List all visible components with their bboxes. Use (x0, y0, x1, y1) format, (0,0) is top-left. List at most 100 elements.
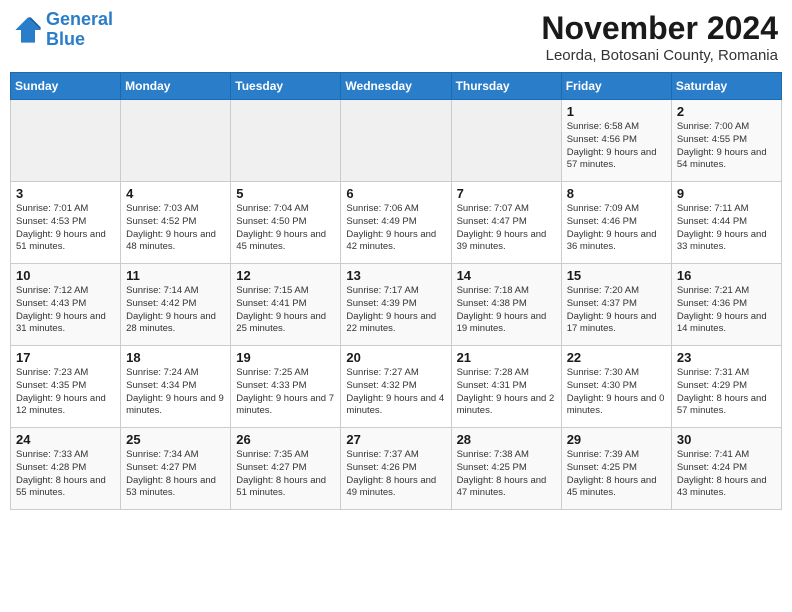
day-number: 13 (346, 268, 445, 283)
weekday-header: Monday (121, 73, 231, 100)
day-number: 29 (567, 432, 666, 447)
calendar-cell: 7 Sunrise: 7:07 AM Sunset: 4:47 PM Daylig… (451, 182, 561, 264)
calendar-cell: 8 Sunrise: 7:09 AM Sunset: 4:46 PM Daylig… (561, 182, 671, 264)
day-number: 15 (567, 268, 666, 283)
calendar-cell: 19Sunrise: 7:25 AM Sunset: 4:33 PM Dayli… (231, 346, 341, 428)
logo-line2: Blue (46, 29, 85, 49)
month-title: November 2024 (541, 10, 778, 47)
day-info: Sunrise: 7:34 AM Sunset: 4:27 PM Dayligh… (126, 449, 225, 500)
day-number: 19 (236, 350, 335, 365)
calendar-table: SundayMondayTuesdayWednesdayThursdayFrid… (10, 72, 782, 510)
day-number: 28 (457, 432, 556, 447)
day-info: Sunrise: 7:14 AM Sunset: 4:42 PM Dayligh… (126, 285, 225, 336)
calendar-cell: 9Sunrise: 7:11 AM Sunset: 4:44 PM Daylig… (671, 182, 781, 264)
day-info: Sunrise: 7:38 AM Sunset: 4:25 PM Dayligh… (457, 449, 556, 500)
day-info: Sunrise: 7:39 AM Sunset: 4:25 PM Dayligh… (567, 449, 666, 500)
day-info: Sunrise: 7:15 AM Sunset: 4:41 PM Dayligh… (236, 285, 335, 336)
day-info: Sunrise: 7:17 AM Sunset: 4:39 PM Dayligh… (346, 285, 445, 336)
day-info: Sunrise: 7:28 AM Sunset: 4:31 PM Dayligh… (457, 367, 556, 418)
calendar-cell (451, 100, 561, 182)
day-info: Sunrise: 7:18 AM Sunset: 4:38 PM Dayligh… (457, 285, 556, 336)
calendar-cell: 26 Sunrise: 7:35 AM Sunset: 4:27 PM Dayli… (231, 428, 341, 510)
logo-text: General Blue (46, 10, 113, 50)
calendar-week-row: 3Sunrise: 7:01 AM Sunset: 4:53 PM Daylig… (11, 182, 782, 264)
location: Leorda, Botosani County, Romania (541, 47, 778, 64)
day-info: Sunrise: 7:07 AM Sunset: 4:47 PM Dayligh… (457, 203, 556, 254)
day-info: Sunrise: 7:27 AM Sunset: 4:32 PM Dayligh… (346, 367, 445, 418)
day-number: 27 (346, 432, 445, 447)
calendar-cell: 22 Sunrise: 7:30 AM Sunset: 4:30 PM Dayli… (561, 346, 671, 428)
logo: General Blue (14, 10, 113, 50)
calendar-cell: 5Sunrise: 7:04 AM Sunset: 4:50 PM Daylig… (231, 182, 341, 264)
calendar-cell (231, 100, 341, 182)
day-number: 30 (677, 432, 776, 447)
day-number: 22 (567, 350, 666, 365)
calendar-cell: 3Sunrise: 7:01 AM Sunset: 4:53 PM Daylig… (11, 182, 121, 264)
weekday-header: Thursday (451, 73, 561, 100)
calendar-cell: 14 Sunrise: 7:18 AM Sunset: 4:38 PM Dayli… (451, 264, 561, 346)
title-area: November 2024 Leorda, Botosani County, R… (541, 10, 778, 64)
weekday-header: Saturday (671, 73, 781, 100)
day-number: 24 (16, 432, 115, 447)
day-info: Sunrise: 7:01 AM Sunset: 4:53 PM Dayligh… (16, 203, 115, 254)
day-number: 16 (677, 268, 776, 283)
day-info: Sunrise: 7:31 AM Sunset: 4:29 PM Dayligh… (677, 367, 776, 418)
day-number: 7 (457, 186, 556, 201)
day-number: 6 (346, 186, 445, 201)
day-number: 9 (677, 186, 776, 201)
day-number: 12 (236, 268, 335, 283)
calendar-cell: 16 Sunrise: 7:21 AM Sunset: 4:36 PM Dayli… (671, 264, 781, 346)
day-info: Sunrise: 7:12 AM Sunset: 4:43 PM Dayligh… (16, 285, 115, 336)
calendar-cell: 1Sunrise: 6:58 AM Sunset: 4:56 PM Daylig… (561, 100, 671, 182)
day-number: 10 (16, 268, 115, 283)
weekday-header: Wednesday (341, 73, 451, 100)
day-number: 26 (236, 432, 335, 447)
day-info: Sunrise: 7:30 AM Sunset: 4:30 PM Dayligh… (567, 367, 666, 418)
calendar-cell (11, 100, 121, 182)
day-info: Sunrise: 7:21 AM Sunset: 4:36 PM Dayligh… (677, 285, 776, 336)
logo-line1: General (46, 9, 113, 29)
calendar-cell: 13 Sunrise: 7:17 AM Sunset: 4:39 PM Dayli… (341, 264, 451, 346)
calendar-cell: 2 Sunrise: 7:00 AM Sunset: 4:55 PM Daylig… (671, 100, 781, 182)
calendar-week-row: 17 Sunrise: 7:23 AM Sunset: 4:35 PM Dayli… (11, 346, 782, 428)
day-info: Sunrise: 7:03 AM Sunset: 4:52 PM Dayligh… (126, 203, 225, 254)
calendar-cell: 21 Sunrise: 7:28 AM Sunset: 4:31 PM Dayli… (451, 346, 561, 428)
day-info: Sunrise: 7:20 AM Sunset: 4:37 PM Dayligh… (567, 285, 666, 336)
day-info: Sunrise: 7:00 AM Sunset: 4:55 PM Dayligh… (677, 121, 776, 172)
weekday-header: Tuesday (231, 73, 341, 100)
calendar-cell (121, 100, 231, 182)
day-number: 11 (126, 268, 225, 283)
day-info: Sunrise: 7:41 AM Sunset: 4:24 PM Dayligh… (677, 449, 776, 500)
calendar-cell: 25 Sunrise: 7:34 AM Sunset: 4:27 PM Dayli… (121, 428, 231, 510)
day-number: 4 (126, 186, 225, 201)
day-number: 5 (236, 186, 335, 201)
calendar-cell: 15 Sunrise: 7:20 AM Sunset: 4:37 PM Dayli… (561, 264, 671, 346)
day-info: Sunrise: 7:24 AM Sunset: 4:34 PM Dayligh… (126, 367, 225, 418)
weekday-header: Friday (561, 73, 671, 100)
day-info: Sunrise: 7:35 AM Sunset: 4:27 PM Dayligh… (236, 449, 335, 500)
day-number: 14 (457, 268, 556, 283)
calendar-cell: 27Sunrise: 7:37 AM Sunset: 4:26 PM Dayli… (341, 428, 451, 510)
day-info: Sunrise: 7:09 AM Sunset: 4:46 PM Dayligh… (567, 203, 666, 254)
day-number: 18 (126, 350, 225, 365)
calendar-week-row: 1Sunrise: 6:58 AM Sunset: 4:56 PM Daylig… (11, 100, 782, 182)
page-header: General Blue November 2024 Leorda, Botos… (10, 10, 782, 64)
logo-icon (14, 16, 42, 44)
day-number: 25 (126, 432, 225, 447)
calendar-cell: 20 Sunrise: 7:27 AM Sunset: 4:32 PM Dayli… (341, 346, 451, 428)
calendar-cell: 12 Sunrise: 7:15 AM Sunset: 4:41 PM Dayli… (231, 264, 341, 346)
calendar-week-row: 10 Sunrise: 7:12 AM Sunset: 4:43 PM Dayli… (11, 264, 782, 346)
day-number: 21 (457, 350, 556, 365)
day-number: 2 (677, 104, 776, 119)
calendar-week-row: 24 Sunrise: 7:33 AM Sunset: 4:28 PM Dayli… (11, 428, 782, 510)
day-number: 8 (567, 186, 666, 201)
day-number: 20 (346, 350, 445, 365)
calendar-cell (341, 100, 451, 182)
calendar-cell: 28 Sunrise: 7:38 AM Sunset: 4:25 PM Dayli… (451, 428, 561, 510)
day-number: 1 (567, 104, 666, 119)
calendar-header-row: SundayMondayTuesdayWednesdayThursdayFrid… (11, 73, 782, 100)
day-info: Sunrise: 7:33 AM Sunset: 4:28 PM Dayligh… (16, 449, 115, 500)
day-number: 17 (16, 350, 115, 365)
day-info: Sunrise: 7:23 AM Sunset: 4:35 PM Dayligh… (16, 367, 115, 418)
weekday-header: Sunday (11, 73, 121, 100)
